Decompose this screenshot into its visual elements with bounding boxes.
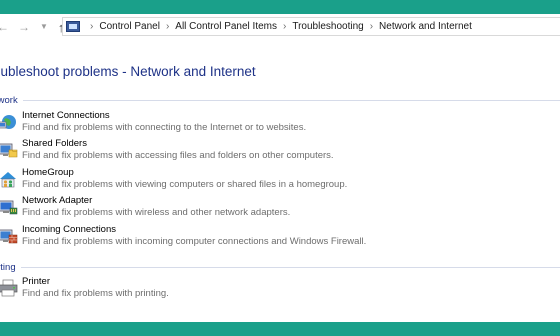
breadcrumb-separator[interactable]: › — [166, 21, 169, 32]
breadcrumb-all-control-panel-items[interactable]: All Control Panel Items — [175, 21, 277, 32]
troubleshooting-window: ← → ▼ ↑ › Control Panel › All Control Pa… — [0, 14, 560, 322]
breadcrumb-troubleshooting[interactable]: Troubleshooting — [292, 21, 363, 32]
recent-locations-button[interactable]: ▼ — [40, 23, 48, 31]
group-divider — [20, 266, 560, 268]
troubleshooter-description[interactable]: Find and fix problems with accessing fil… — [22, 150, 334, 161]
troubleshooter-title[interactable]: HomeGroup — [22, 167, 74, 178]
address-bar: ← → ▼ ↑ › Control Panel › All Control Pa… — [0, 14, 560, 40]
troubleshooter-title[interactable]: Printer — [22, 276, 50, 287]
troubleshooter-title[interactable]: Incoming Connections — [22, 224, 116, 235]
homegroup-icon — [0, 172, 16, 188]
incoming-connections-icon — [0, 229, 18, 244]
back-button[interactable]: ← — [0, 21, 9, 33]
group-header-network: twork — [0, 94, 560, 106]
troubleshooter-internet-connections[interactable]: Internet Connections Find and fix proble… — [0, 110, 560, 136]
troubleshooter-title[interactable]: Internet Connections — [22, 110, 110, 121]
breadcrumb-separator[interactable]: › — [90, 21, 93, 32]
troubleshooter-description[interactable]: Find and fix problems with printing. — [22, 288, 169, 299]
group-label: twork — [0, 94, 18, 106]
forward-button[interactable]: → — [18, 21, 30, 33]
internet-connections-icon — [0, 115, 16, 129]
troubleshooter-homegroup[interactable]: HomeGroup Find and fix problems with vie… — [0, 167, 560, 193]
page-title: oubleshoot problems - Network and Intern… — [0, 64, 256, 79]
troubleshooter-description[interactable]: Find and fix problems with incoming comp… — [22, 236, 366, 247]
breadcrumb-separator[interactable]: › — [283, 21, 286, 32]
printer-icon — [0, 279, 18, 297]
network-adapter-icon — [0, 200, 18, 215]
group-header-printing: nting — [0, 261, 560, 273]
troubleshooter-description[interactable]: Find and fix problems with wireless and … — [22, 207, 290, 218]
troubleshooter-incoming-connections[interactable]: Incoming Connections Find and fix proble… — [0, 224, 560, 250]
group-divider — [22, 99, 560, 101]
breadcrumb-separator[interactable]: › — [370, 21, 373, 32]
troubleshooter-printer[interactable]: Printer Find and fix problems with print… — [0, 276, 560, 302]
troubleshooter-shared-folders[interactable]: Shared Folders Find and fix problems wit… — [0, 138, 560, 164]
breadcrumb-control-panel[interactable]: Control Panel — [99, 21, 160, 32]
shared-folders-icon — [0, 143, 18, 158]
troubleshooter-title[interactable]: Shared Folders — [22, 138, 87, 149]
group-label: nting — [0, 261, 16, 273]
troubleshooter-network-adapter[interactable]: Network Adapter Find and fix problems wi… — [0, 195, 560, 221]
breadcrumb[interactable]: › Control Panel › All Control Panel Item… — [62, 17, 560, 36]
troubleshooter-description[interactable]: Find and fix problems with viewing compu… — [22, 179, 347, 190]
troubleshooter-title[interactable]: Network Adapter — [22, 195, 92, 206]
troubleshooter-description[interactable]: Find and fix problems with connecting to… — [22, 122, 306, 133]
breadcrumb-network-and-internet[interactable]: Network and Internet — [379, 21, 472, 32]
control-panel-icon[interactable] — [66, 21, 80, 32]
